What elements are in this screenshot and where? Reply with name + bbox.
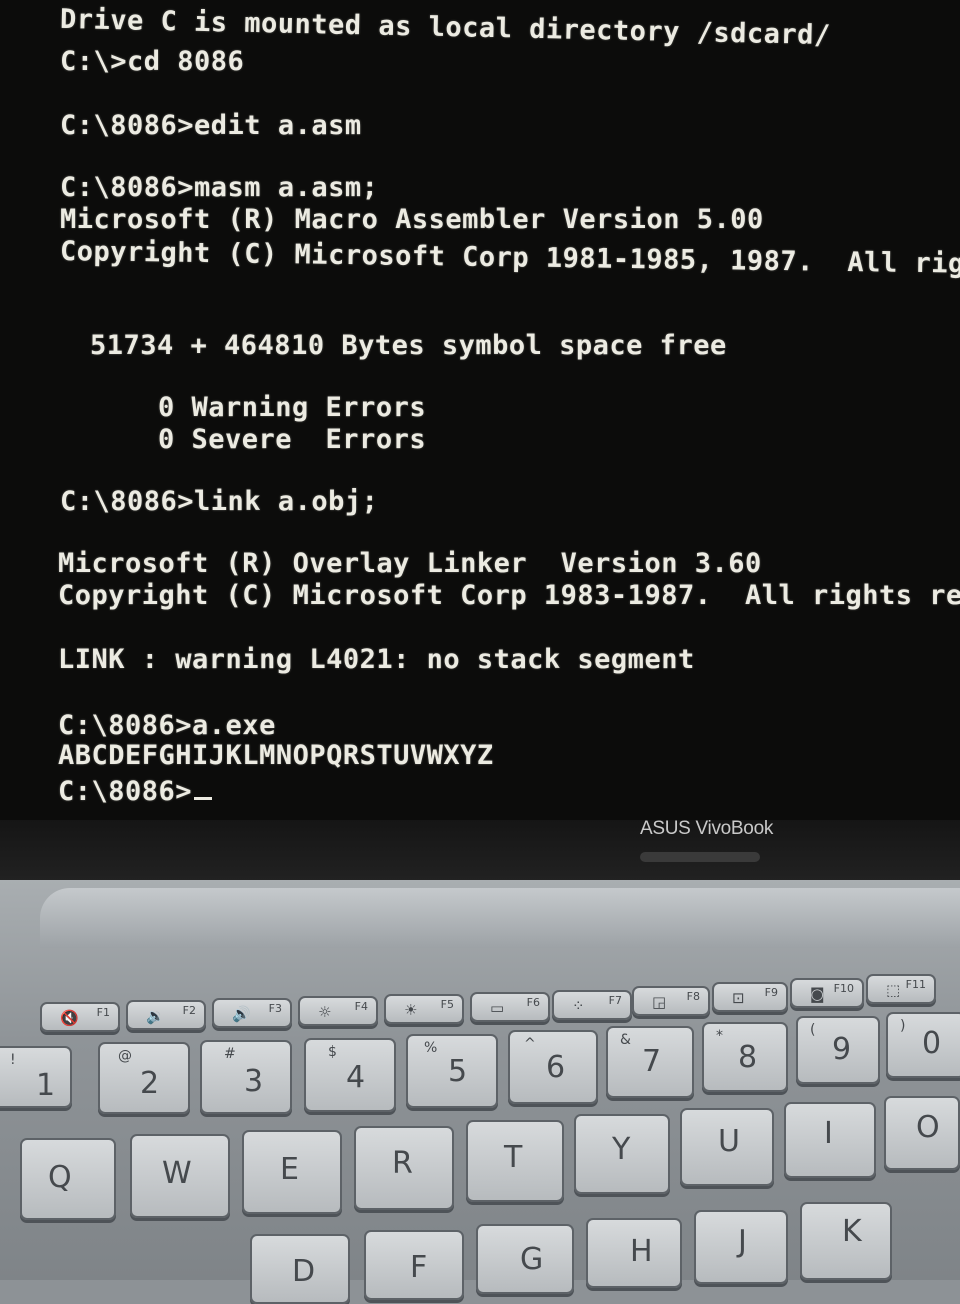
key-r[interactable]: R (354, 1126, 454, 1210)
key-8[interactable]: * 8 (702, 1022, 788, 1092)
terminal-line: Copyright (C) Microsoft Corp 1981-1985, … (59, 236, 960, 281)
terminal-line: C:\8086>link a.obj; (60, 486, 379, 517)
terminal-line: Microsoft (R) Overlay Linker Version 3.6… (58, 548, 762, 579)
key-f1[interactable]: 🔇 F1 (40, 1002, 120, 1032)
key-f5[interactable]: ☀ F5 (384, 994, 464, 1024)
camera-icon: ◙ (810, 985, 825, 1003)
key-f2[interactable]: 🔉 F2 (126, 1000, 206, 1030)
key-q[interactable]: Q (20, 1138, 116, 1220)
key-i[interactable]: I (784, 1102, 876, 1178)
key-3[interactable]: # 3 (200, 1040, 292, 1114)
project-icon: ◲ (652, 993, 667, 1011)
key-f6[interactable]: ▭ F6 (470, 992, 550, 1022)
key-u[interactable]: U (680, 1108, 774, 1186)
terminal-line: C:\8086>masm a.asm; (60, 172, 379, 203)
prompt-text: C:\8086> (58, 776, 193, 807)
key-t[interactable]: T (466, 1120, 564, 1202)
brightness-down-icon: ☼ (318, 1003, 332, 1021)
volume-up-icon: 🔊 (232, 1005, 251, 1023)
key-f3[interactable]: 🔊 F3 (212, 998, 292, 1028)
key-f10[interactable]: ◙ F10 (790, 978, 864, 1008)
key-6[interactable]: ^ 6 (508, 1030, 598, 1104)
key-5[interactable]: % 5 (406, 1034, 498, 1108)
key-f9[interactable]: ⊡ F9 (712, 982, 788, 1012)
deck-edge (40, 888, 960, 948)
key-f7[interactable]: ⁘ F7 (552, 990, 632, 1020)
touchpad-icon: ▭ (490, 999, 505, 1017)
key-g[interactable]: G (476, 1224, 574, 1294)
key-1[interactable]: ! 1 (0, 1046, 72, 1108)
dos-terminal-screen[interactable]: Drive C is mounted as local directory /s… (0, 0, 960, 820)
terminal-line: C:\>cd 8086 (60, 46, 245, 77)
terminal-line: C:\8086>a.exe (58, 710, 276, 741)
key-7[interactable]: & 7 (606, 1026, 694, 1098)
terminal-line: LINK : warning L4021: no stack segment (58, 644, 695, 675)
key-4[interactable]: $ 4 (304, 1038, 396, 1112)
terminal-line: C:\8086>edit a.asm (60, 110, 362, 141)
key-o[interactable]: O (884, 1096, 960, 1170)
brightness-up-icon: ☀ (404, 1001, 418, 1019)
text-cursor (194, 797, 213, 800)
snip-icon: ⬚ (886, 981, 901, 999)
terminal-line: 0 Warning Errors (158, 392, 427, 423)
key-e[interactable]: E (242, 1130, 342, 1214)
display-off-icon: ⁘ (572, 997, 585, 1015)
terminal-line: 0 Severe Errors (158, 424, 427, 455)
terminal-line: ABCDEFGHIJKLMNOPQRSTUVWXYZ (58, 740, 494, 771)
key-0[interactable]: ) 0 (886, 1012, 960, 1078)
key-y[interactable]: Y (574, 1114, 670, 1194)
mute-icon: 🔇 (60, 1009, 79, 1027)
terminal-line: Microsoft (R) Macro Assembler Version 5.… (60, 204, 764, 235)
lock-screen-icon: ⊡ (732, 989, 745, 1007)
key-h[interactable]: H (586, 1218, 682, 1288)
key-2[interactable]: @ 2 (98, 1042, 190, 1114)
key-j[interactable]: J (694, 1210, 788, 1284)
command-prompt[interactable]: C:\8086> (58, 776, 213, 807)
laptop-brand-logo: ASUS VivoBook (640, 818, 774, 839)
terminal-line: Drive C is mounted as local directory /s… (59, 3, 831, 52)
key-f4[interactable]: ☼ F4 (298, 996, 378, 1026)
key-9[interactable]: ( 9 (796, 1016, 880, 1084)
hinge (640, 852, 760, 862)
key-d[interactable]: D (250, 1234, 350, 1304)
key-f[interactable]: F (364, 1230, 464, 1300)
key-f8[interactable]: ◲ F8 (632, 986, 710, 1016)
terminal-line: 51734 + 464810 Bytes symbol space free (90, 330, 727, 361)
terminal-line: Copyright (C) Microsoft Corp 1983-1987. … (58, 580, 960, 611)
key-f11[interactable]: ⬚ F11 (866, 974, 936, 1004)
key-k[interactable]: K (800, 1202, 892, 1280)
key-w[interactable]: W (130, 1134, 230, 1218)
volume-down-icon: 🔉 (146, 1007, 165, 1025)
